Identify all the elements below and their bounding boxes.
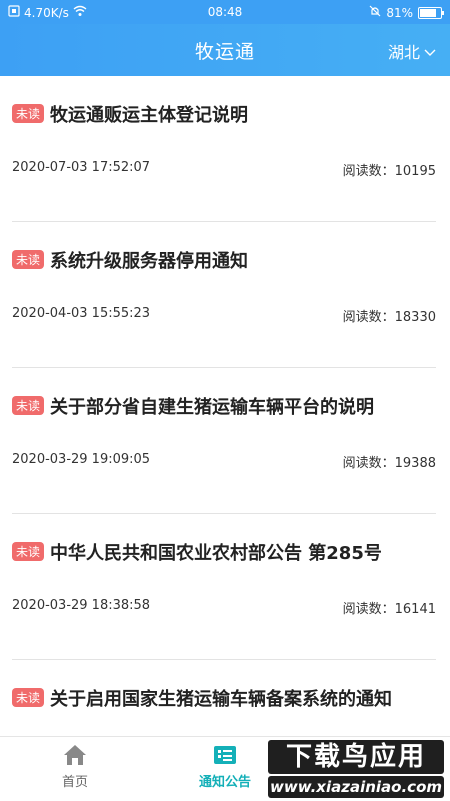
unread-badge: 未读 <box>12 104 45 123</box>
notice-board-icon <box>170 743 280 767</box>
mute-bell-icon <box>369 5 381 20</box>
notice-read-count: 阅读数：18330 <box>343 306 436 325</box>
status-bar: 4.70K/s 08:48 81% <box>0 0 450 24</box>
app-header: 牧运通 湖北 <box>0 24 450 76</box>
unread-badge: 未读 <box>12 396 45 415</box>
notice-title-row: 未读 关于启用国家生猪运输车辆备案系统的通知 <box>12 686 432 714</box>
notice-date: 2020-03-29 19:09:05 <box>12 452 151 467</box>
notice-date: 2020-07-03 17:52:07 <box>12 160 151 175</box>
notice-item[interactable]: 未读 牧运通贩运主体登记说明 2020-07-03 17:52:07 阅读数：10… <box>12 76 436 222</box>
notice-title: 系统升级服务器停用通知 <box>50 251 249 272</box>
notice-read-count: 阅读数：19388 <box>343 452 436 471</box>
notice-date: 2020-04-03 15:55:23 <box>12 306 151 321</box>
nav-notice-label: 通知公告 <box>198 775 251 790</box>
nav-home[interactable]: 首页 <box>20 743 130 790</box>
read-count-value: 19388 <box>394 456 436 471</box>
notice-title: 牧运通贩运主体登记说明 <box>50 105 249 126</box>
notice-date: 2020-03-29 18:38:58 <box>12 598 151 613</box>
notice-title-row: 未读 系统升级服务器停用通知 <box>12 248 432 276</box>
notice-title-row: 未读 关于部分省自建生猪运输车辆平台的说明 <box>12 394 432 422</box>
read-count-value: 16141 <box>394 602 436 617</box>
unread-badge: 未读 <box>12 542 45 561</box>
read-count-label: 阅读数： <box>342 602 395 617</box>
notice-title-row: 未读 牧运通贩运主体登记说明 <box>12 102 432 130</box>
watermark: 下载鸟应用 www.xiazainiao.com <box>268 738 446 800</box>
read-count-value: 18330 <box>394 310 436 325</box>
notice-read-count: 阅读数：16141 <box>343 598 436 617</box>
region-selector[interactable]: 湖北 <box>388 39 436 63</box>
notice-item[interactable]: 未读 中华人民共和国农业农村部公告 第285号 2020-03-29 18:38:… <box>12 514 436 660</box>
battery-icon <box>418 6 444 19</box>
notice-title: 关于部分省自建生猪运输车辆平台的说明 <box>50 397 375 418</box>
chevron-down-icon <box>424 42 436 61</box>
notice-item[interactable]: 未读 关于部分省自建生猪运输车辆平台的说明 2020-03-29 19:09:05… <box>12 368 436 514</box>
read-count-value: 10195 <box>394 164 436 179</box>
battery-percent: 81% <box>386 5 413 20</box>
notice-read-count: 阅读数：10195 <box>343 160 436 179</box>
read-count-label: 阅读数： <box>342 310 395 325</box>
region-label: 湖北 <box>387 43 420 62</box>
read-count-label: 阅读数： <box>342 456 395 471</box>
nav-home-label: 首页 <box>61 775 88 790</box>
watermark-url: www.xiazainiao.com <box>268 776 444 798</box>
notice-title: 关于启用国家生猪运输车辆备案系统的通知 <box>50 689 393 710</box>
status-right: 81% <box>369 5 444 20</box>
unread-badge: 未读 <box>12 250 45 269</box>
home-icon <box>20 743 130 767</box>
watermark-title: 下载鸟应用 <box>268 740 444 774</box>
notice-item[interactable]: 未读 关于启用国家生猪运输车辆备案系统的通知 <box>12 660 436 736</box>
page-title: 牧运通 <box>194 41 255 63</box>
nav-notice[interactable]: 通知公告 <box>170 743 280 790</box>
notice-list: 未读 牧运通贩运主体登记说明 2020-07-03 17:52:07 阅读数：10… <box>0 76 450 736</box>
read-count-label: 阅读数： <box>342 164 395 179</box>
notice-title-row: 未读 中华人民共和国农业农村部公告 第285号 <box>12 540 432 568</box>
unread-badge: 未读 <box>12 688 45 707</box>
notice-title: 中华人民共和国农业农村部公告 第285号 <box>50 543 382 564</box>
notice-item[interactable]: 未读 系统升级服务器停用通知 2020-04-03 15:55:23 阅读数：18… <box>12 222 436 368</box>
